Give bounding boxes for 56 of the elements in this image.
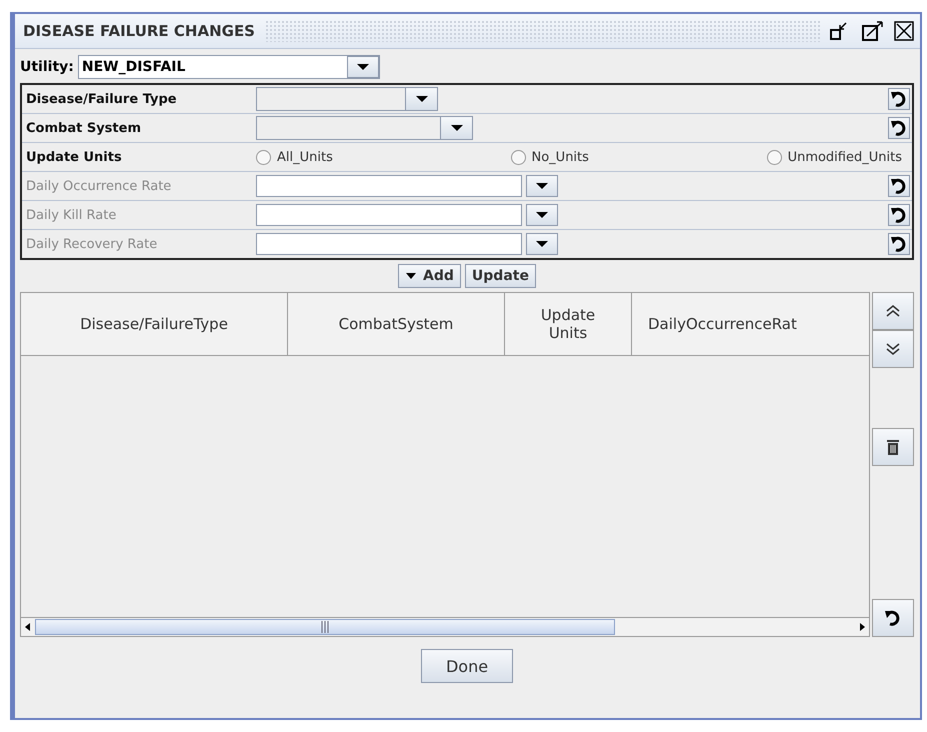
update-button[interactable]: Update (464, 264, 536, 288)
undo-icon (890, 235, 908, 253)
field-label: Combat System (26, 120, 142, 136)
undo-button[interactable] (872, 599, 914, 637)
grip-icon (321, 621, 329, 633)
add-button[interactable]: Add (398, 264, 461, 288)
undo-icon (890, 177, 908, 195)
move-up-button[interactable] (872, 292, 914, 330)
undo-icon (890, 90, 908, 108)
column-header[interactable]: Disease/FailureType (21, 293, 288, 355)
caret-icon (534, 239, 550, 249)
caret-icon (534, 181, 550, 191)
input-field[interactable] (256, 204, 522, 226)
radio-button[interactable]: All_Units (256, 150, 333, 164)
column-header[interactable]: Update Units (505, 293, 632, 355)
undo-icon (890, 119, 908, 137)
undo-button[interactable] (888, 117, 910, 139)
input-field[interactable] (256, 175, 522, 197)
done-button[interactable]: Done (421, 649, 513, 683)
column-header[interactable]: DailyOccurrenceRat (632, 293, 869, 355)
field-label: Update Units (26, 150, 123, 164)
field-label: Daily Kill Rate (26, 208, 118, 222)
dropdown-button[interactable] (346, 56, 379, 78)
input-field[interactable] (256, 233, 522, 255)
move-down-button[interactable] (872, 330, 914, 368)
scrollbar-thumb[interactable] (35, 619, 615, 635)
field-label: Daily Occurrence Rate (26, 178, 172, 194)
field-label: Disease/Failure Type (26, 92, 178, 106)
dropdown-button[interactable] (440, 117, 472, 139)
caret-icon (354, 62, 371, 72)
undo-icon (884, 609, 902, 627)
window-title: DISEASE FAILURE CHANGES (23, 22, 255, 40)
radio-button[interactable]: Unmodified_Units (766, 150, 902, 164)
dropdown-button[interactable] (405, 88, 437, 110)
undo-button[interactable] (888, 175, 910, 197)
utility-dropdown[interactable]: NEW_DISFAIL (78, 55, 380, 79)
undo-icon (890, 206, 908, 224)
caret-icon (405, 272, 418, 280)
undo-button[interactable] (888, 88, 910, 110)
undo-button[interactable] (888, 204, 910, 226)
close-icon[interactable] (894, 21, 914, 41)
caret-icon (448, 123, 464, 133)
undo-button[interactable] (888, 233, 910, 255)
caret-icon (534, 210, 550, 220)
horizontal-scrollbar[interactable] (21, 617, 869, 636)
field-label: Daily Recovery Rate (26, 236, 158, 252)
column-header[interactable]: CombatSystem (288, 293, 505, 355)
delete-button[interactable] (872, 428, 914, 466)
caret-icon (414, 94, 430, 104)
dropdown-button[interactable] (526, 175, 558, 197)
radio-button[interactable]: No_Units (510, 150, 589, 164)
utility-label: Utility: (20, 59, 74, 75)
trash-icon (884, 438, 902, 456)
dropdown-button[interactable] (526, 233, 558, 255)
maximize-icon[interactable] (862, 21, 884, 41)
dropdown-button[interactable] (526, 204, 558, 226)
